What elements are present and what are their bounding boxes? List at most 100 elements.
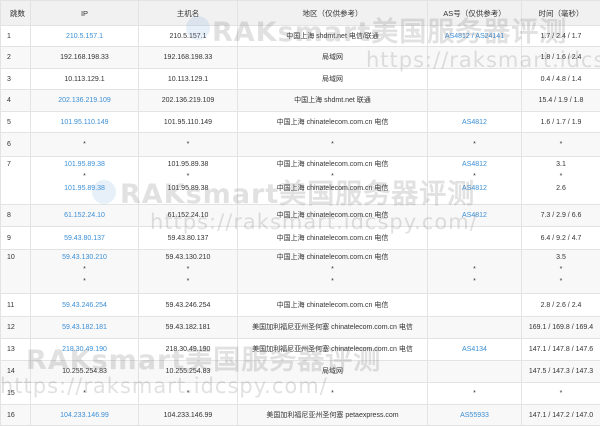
as-cell: * [428, 133, 522, 157]
region-cell: * [238, 383, 428, 405]
header-ip: IP [31, 1, 139, 26]
as-link[interactable]: AS4812 [462, 119, 487, 126]
ip-link[interactable]: 59.43.246.254 [62, 302, 107, 309]
region-cell: 中国上海 chinatelecom.com.cn 电信 [238, 205, 428, 227]
host-cell: 202.136.219.109 [139, 90, 238, 112]
as-link[interactable]: AS55933 [460, 412, 489, 419]
as-value: * [473, 390, 476, 397]
region-line: 中国上海 chinatelecom.com.cn 电信 [240, 210, 425, 222]
region-line: 中国上海 shdmt.net 联通 [240, 95, 425, 107]
host-line: 104.233.146.99 [141, 410, 235, 422]
as-link[interactable]: AS4812 [445, 33, 470, 40]
ip-link[interactable]: 218.30.49.190 [62, 346, 107, 353]
host-cell: * [139, 383, 238, 405]
time-cell: 1.7 / 2.4 / 1.7 [522, 26, 600, 47]
ip-value: 10.255.254.83 [62, 368, 107, 375]
ip-value: 10.113.129.1 [64, 76, 104, 83]
host-line: 202.136.219.109 [141, 95, 235, 107]
table-row: 1210.5.157.1210.5.157.1中国上海 shdmt.net 电信… [1, 26, 600, 47]
ip-link[interactable]: 101.95.89.38 [64, 161, 105, 168]
time-cell: 7.3 / 2.9 / 6.6 [522, 205, 600, 227]
ip-link[interactable]: 59.43.182.181 [62, 324, 107, 331]
table-row: 2192.168.198.33192.168.198.33局域网1.8 / 1.… [1, 47, 600, 69]
ip-cell: 202.136.219.109 [31, 90, 139, 112]
ip-line: * [33, 139, 136, 151]
table-row: 5101.95.110.149101.95.110.149中国上海 chinat… [1, 112, 600, 133]
as-line: * [430, 139, 519, 151]
header-hop: 跳数 [1, 1, 31, 26]
as-line [430, 233, 519, 245]
host-cell: 59.43.80.137 [139, 227, 238, 250]
ip-link[interactable]: 104.233.146.99 [60, 412, 109, 419]
time-cell: * [522, 383, 600, 405]
host-cell: 61.152.24.10 [139, 205, 238, 227]
hop-cell: 5 [1, 112, 31, 133]
hop-cell: 12 [1, 317, 31, 339]
region-line: 中国上海 chinatelecom.com.cn 电信 [240, 159, 425, 171]
ip-link[interactable]: 101.95.89.38 [64, 185, 105, 192]
as-line [430, 300, 519, 312]
host-line: 101.95.89.38 [141, 159, 235, 171]
as-cell [428, 227, 522, 250]
ip-line: 10.113.129.1 [33, 74, 136, 86]
as-value: * [473, 266, 476, 273]
hop-number: 8 [7, 210, 28, 222]
time-line: 147.1 / 147.8 / 147.6 [524, 344, 598, 356]
time-line: 3.5 [524, 252, 598, 264]
as-link[interactable]: AS4812 [462, 161, 487, 168]
hop-cell: 6 [1, 133, 31, 157]
time-line: 147.5 / 147.3 / 147.3 [524, 366, 598, 378]
time-line: 2.8 / 2.6 / 2.4 [524, 300, 598, 312]
as-link[interactable]: AS4812 [462, 185, 487, 192]
ip-cell: 101.95.110.149 [31, 112, 139, 133]
ip-link[interactable]: 202.136.219.109 [58, 97, 111, 104]
region-cell: 美国加利福尼亚州圣何塞 chinatelecom.com.cn 电信 [238, 317, 428, 339]
ip-cell: 101.95.89.38*101.95.89.38 [31, 157, 139, 205]
as-line: AS4812 [430, 183, 519, 195]
host-cell: 10.255.254.83 [139, 361, 238, 383]
as-value: * [473, 278, 476, 285]
hop-number: 9 [7, 233, 28, 245]
as-cell: AS4812 / AS24141 [428, 26, 522, 47]
host-cell: 192.168.198.33 [139, 47, 238, 69]
time-line: 169.1 / 169.8 / 169.4 [524, 322, 598, 334]
time-line: * [524, 264, 598, 276]
ip-link[interactable]: 61.152.24.10 [64, 212, 105, 219]
ip-line: * [33, 264, 136, 276]
ip-link[interactable]: 210.5.157.1 [66, 33, 103, 40]
region-line: * [240, 388, 425, 400]
host-cell: 218.30.49.190 [139, 339, 238, 361]
region-cell: 中国上海 chinatelecom.com.cn 电信 [238, 294, 428, 317]
ip-cell: 59.43.130.210** [31, 250, 139, 294]
as-link[interactable]: AS4812 [462, 212, 487, 219]
header-time: 时间（毫秒） [522, 1, 600, 26]
hop-number: 11 [7, 300, 28, 312]
ip-line: 59.43.130.210 [33, 252, 136, 264]
hop-cell: 2 [1, 47, 31, 69]
ip-link[interactable]: 101.95.110.149 [60, 119, 108, 126]
ip-link[interactable]: 59.43.80.137 [64, 235, 105, 242]
hop-number: 13 [7, 344, 28, 356]
ip-line: 101.95.89.38 [33, 183, 136, 195]
region-cell: 中国上海 chinatelecom.com.cn 电信** [238, 250, 428, 294]
time-line: * [524, 139, 598, 151]
as-line: AS55933 [430, 410, 519, 422]
hop-number: 10 [7, 252, 28, 264]
region-line: 中国上海 chinatelecom.com.cn 电信 [240, 252, 425, 264]
ip-link[interactable]: 59.43.130.210 [62, 254, 107, 261]
host-line: 59.43.80.137 [141, 233, 235, 245]
as-line: AS4812 / AS24141 [430, 31, 519, 43]
traceroute-table: 跳数 IP 主机名 地区（仅供参考） AS号（仅供参考） 时间（毫秒） 1210… [0, 0, 600, 426]
as-link[interactable]: AS4134 [462, 346, 487, 353]
ip-line: 101.95.89.38 [33, 159, 136, 171]
time-cell: 147.1 / 147.8 / 147.6 [522, 339, 600, 361]
ip-cell: 59.43.80.137 [31, 227, 139, 250]
time-cell: * [522, 133, 600, 157]
as-line: AS4812 [430, 159, 519, 171]
ip-value: * [83, 141, 86, 148]
time-cell: 15.4 / 1.9 / 1.8 [522, 90, 600, 112]
hop-number: 12 [7, 322, 28, 334]
hop-number: 4 [7, 95, 28, 107]
as-link[interactable]: AS24141 [475, 33, 504, 40]
region-line: 中国上海 chinatelecom.com.cn 电信 [240, 300, 425, 312]
